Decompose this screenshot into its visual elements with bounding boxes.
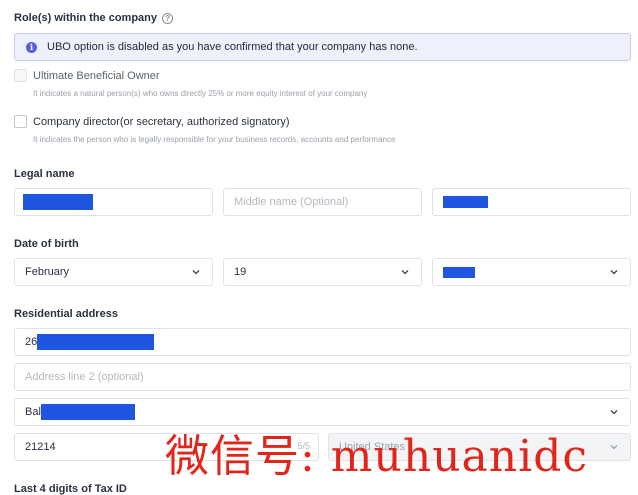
director-option: Company director(or secretary, authorize…: [14, 115, 290, 128]
ubo-checkbox[interactable]: [14, 69, 27, 82]
dob-year-select[interactable]: [432, 258, 631, 286]
ubo-label: Ultimate Beneficial Owner: [33, 69, 160, 82]
address-line2-placeholder: Address line 2 (optional): [25, 371, 144, 383]
chevron-down-icon: [610, 270, 618, 275]
watermark-overlay: 微信号: muhuanidc: [165, 431, 588, 482]
dob-month-select[interactable]: February: [14, 258, 213, 286]
notice-text: UBO option is disabled as you have confi…: [47, 41, 418, 53]
roles-label: Role(s) within the company?: [14, 12, 174, 24]
ubo-description: It indicates a natural person(s) who own…: [33, 89, 368, 98]
chevron-down-icon: [401, 270, 409, 275]
last-name-input[interactable]: [432, 188, 631, 216]
address-line1-input[interactable]: 26: [14, 328, 631, 356]
legal-name-label: Legal name: [14, 168, 75, 180]
chevron-down-icon: [610, 445, 618, 450]
ubo-option: Ultimate Beneficial Owner: [14, 69, 160, 82]
zip-value: 21214: [25, 441, 56, 453]
dob-day-value: 19: [234, 266, 247, 278]
director-checkbox[interactable]: [14, 115, 27, 128]
redacted-first-name: [23, 194, 93, 210]
director-label: Company director(or secretary, authorize…: [33, 115, 290, 128]
director-description: It indicates the person who is legally r…: [33, 135, 396, 144]
address-line2-input[interactable]: Address line 2 (optional): [14, 363, 631, 391]
dob-day-select[interactable]: 19: [223, 258, 422, 286]
city-value: Bal: [25, 406, 41, 418]
address-label: Residential address: [14, 308, 118, 320]
ubo-disabled-notice: i UBO option is disabled as you have con…: [14, 33, 631, 61]
redacted-last-name: [443, 196, 488, 208]
chevron-down-icon: [610, 410, 618, 415]
first-name-input[interactable]: [14, 188, 213, 216]
middle-name-input[interactable]: Middle name (Optional): [223, 188, 422, 216]
roles-label-text: Role(s) within the company: [14, 12, 158, 24]
tax-id-label: Last 4 digits of Tax ID: [14, 483, 127, 495]
redacted-city: [40, 404, 135, 420]
dob-label: Date of birth: [14, 238, 79, 250]
dob-month-value: February: [25, 266, 70, 278]
address-line1-value: 26: [25, 336, 38, 348]
middle-name-placeholder: Middle name (Optional): [234, 196, 349, 208]
redacted-year: [443, 266, 475, 278]
help-icon[interactable]: ?: [162, 13, 174, 24]
info-icon: i: [26, 41, 37, 53]
chevron-down-icon: [192, 270, 200, 275]
redacted-address-line1: [37, 334, 155, 350]
